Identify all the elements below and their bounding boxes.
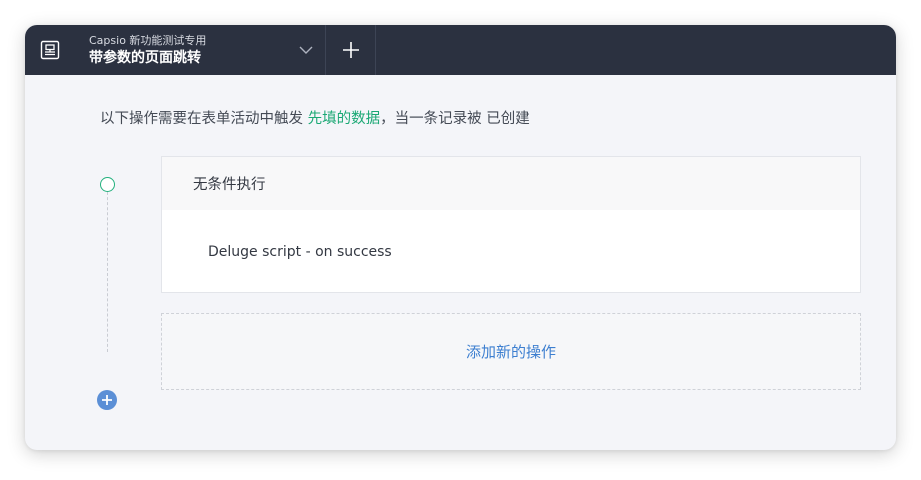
chevron-down-icon[interactable] (297, 41, 315, 59)
workflow-window: Capsio 新功能测试专用 带参数的页面跳转 以下操作需要在表单活动中触发 先… (25, 25, 896, 450)
add-page-button[interactable] (325, 25, 376, 75)
timeline-node (100, 177, 115, 192)
condition-header: 无条件执行 (162, 157, 860, 210)
plus-icon (102, 395, 112, 405)
trigger-suffix: ，当一条记录被 已创建 (380, 111, 530, 127)
add-action-button[interactable]: 添加新的操作 (161, 313, 861, 390)
trigger-form-link[interactable]: 先填的数据 (308, 111, 381, 127)
page-selector[interactable]: Capsio 新功能测试专用 带参数的页面跳转 (75, 25, 325, 75)
timeline-connector (107, 192, 108, 352)
trigger-description: 以下操作需要在表单活动中触发 先填的数据，当一条记录被 已创建 (100, 107, 530, 128)
plus-circle-icon[interactable] (97, 390, 117, 410)
action-card[interactable]: 无条件执行 Deluge script - on success (161, 156, 861, 293)
script-label: Deluge script - on success (208, 243, 392, 260)
add-action-label: 添加新的操作 (465, 343, 556, 361)
app-name: Capsio 新功能测试专用 (89, 33, 207, 47)
plus-icon (342, 42, 359, 58)
app-page-icon (40, 40, 60, 60)
top-bar: Capsio 新功能测试专用 带参数的页面跳转 (25, 25, 896, 75)
trigger-prefix: 以下操作需要在表单活动中触发 (100, 111, 308, 127)
script-action[interactable]: Deluge script - on success (162, 210, 860, 293)
app-icon-button[interactable] (25, 25, 75, 75)
page-title: 带参数的页面跳转 (89, 49, 201, 66)
workflow-content: 以下操作需要在表单活动中触发 先填的数据，当一条记录被 已创建 无条件执行 De… (25, 75, 896, 450)
